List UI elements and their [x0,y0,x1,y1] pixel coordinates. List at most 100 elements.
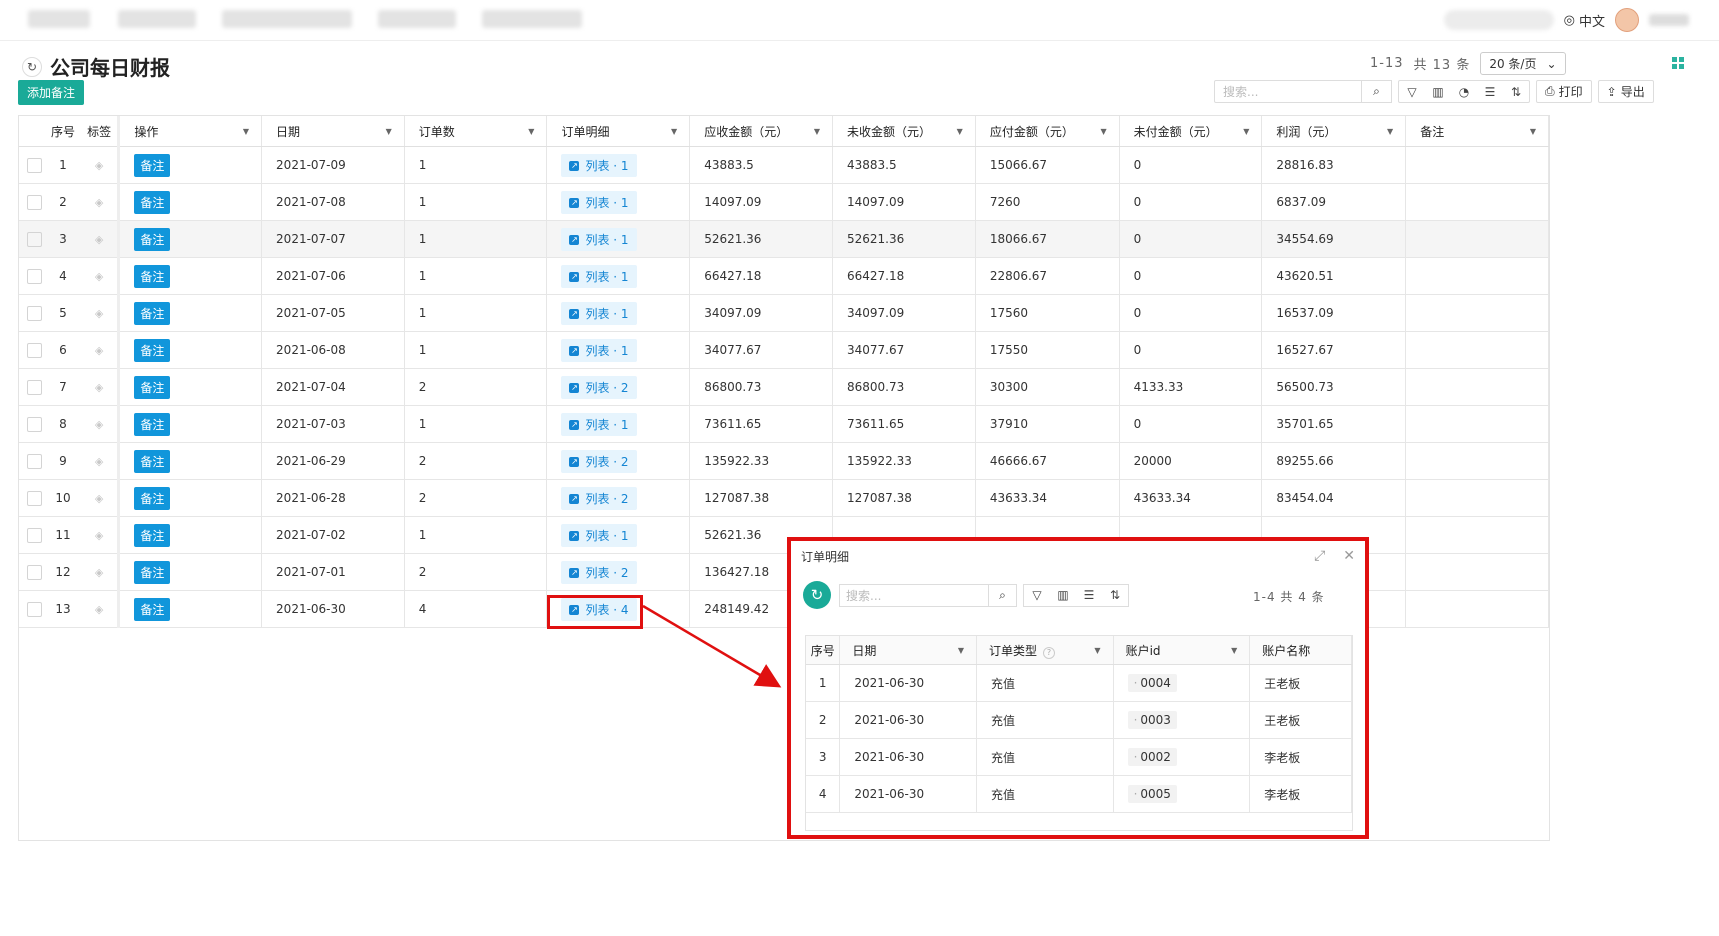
layout-grid-icon[interactable] [1672,57,1684,69]
order-list-link[interactable]: ↗ 列表 · 2 [561,486,637,510]
note-button[interactable]: 备注 [134,153,171,177]
nav-tab-blurred[interactable] [118,10,196,28]
note-button[interactable]: 备注 [134,412,171,436]
row-checkbox[interactable] [27,601,42,617]
chevron-down-icon[interactable]: ▼ [243,127,249,136]
refresh-icon[interactable]: ↻ [803,581,831,609]
order-list-link[interactable]: ↗ 列表 · 1 [561,301,637,325]
blurred-org-selector[interactable] [1443,10,1554,30]
refresh-icon[interactable]: ↻ [22,56,42,77]
tag-icon[interactable]: ◈ [95,529,103,542]
tag-icon[interactable]: ◈ [95,159,103,172]
tag-icon[interactable]: ◈ [95,233,103,246]
nav-tab-blurred[interactable] [378,10,456,28]
header-unpaid[interactable]: 未付金额（元） ▼ [1119,116,1263,147]
nav-tab-blurred[interactable] [222,10,352,28]
header-date[interactable]: 日期 ▼ [261,116,405,147]
chevron-down-icon[interactable]: ▼ [1094,646,1100,655]
chevron-down-icon[interactable]: ▼ [1231,646,1237,655]
order-list-link[interactable]: ↗ 列表 · 1 [561,412,637,436]
note-button[interactable]: 备注 [134,597,171,621]
row-checkbox[interactable] [27,231,42,247]
chevron-down-icon[interactable]: ▼ [814,127,820,136]
row-checkbox[interactable] [27,268,42,284]
chevron-down-icon[interactable]: ▼ [1387,127,1393,136]
order-list-link[interactable]: ↗ 列表 · 1 [561,153,637,177]
note-button[interactable]: 备注 [134,486,171,510]
order-list-link[interactable]: ↗ 列表 · 2 [561,449,637,473]
search-input[interactable]: 搜索... [1214,80,1362,103]
row-checkbox[interactable] [27,527,42,543]
order-list-link[interactable]: ↗ 列表 · 1 [561,523,637,547]
chevron-down-icon[interactable]: ▼ [671,127,677,136]
note-button[interactable]: 备注 [134,449,171,473]
header-profit[interactable]: 利润（元） ▼ [1261,116,1407,147]
order-list-link[interactable]: ↗ 列表 · 2 [561,375,637,399]
username-blurred[interactable] [1649,14,1689,26]
tag-icon[interactable]: ◈ [95,196,103,209]
print-button[interactable]: ⎙ 打印 [1536,80,1592,103]
row-checkbox[interactable] [27,416,42,432]
order-list-link[interactable]: ↗ 列表 · 1 [561,338,637,362]
close-icon[interactable]: ✕ [1343,548,1355,564]
avatar[interactable] [1615,8,1639,32]
tag-icon[interactable]: ◈ [95,344,103,357]
header-receivable[interactable]: 应收金额（元） ▼ [689,116,833,147]
bar-chart-icon[interactable]: ▥ [1050,585,1076,606]
header-payable[interactable]: 应付金额（元） ▼ [975,116,1120,147]
tag-icon[interactable]: ◈ [95,270,103,283]
note-button[interactable]: 备注 [134,227,171,251]
note-button[interactable]: 备注 [134,190,171,214]
nav-tab-blurred[interactable] [28,10,90,28]
row-checkbox[interactable] [27,379,42,395]
chevron-down-icon[interactable]: ▼ [386,127,392,136]
row-checkbox[interactable] [27,453,42,469]
note-button[interactable]: 备注 [134,301,171,325]
header-action[interactable]: 操作 ▼ [118,116,263,147]
tag-icon[interactable]: ◈ [95,381,103,394]
header-unreceived[interactable]: 未收金额（元） ▼ [832,116,976,147]
tag-icon[interactable]: ◈ [95,418,103,431]
tag-icon[interactable]: ◈ [95,603,103,616]
row-checkbox[interactable] [27,157,42,173]
row-checkbox[interactable] [27,305,42,321]
note-button[interactable]: 备注 [134,523,171,547]
order-list-link[interactable]: ↗ 列表 · 1 [561,264,637,288]
tag-icon[interactable]: ◈ [95,455,103,468]
order-list-link[interactable]: ↗ 列表 · 1 [561,190,637,214]
header-detail[interactable]: 订单明细 ▼ [546,116,691,147]
note-button[interactable]: 备注 [134,375,171,399]
add-note-button[interactable]: 添加备注 [18,80,84,105]
row-checkbox[interactable] [27,564,42,580]
header-orders[interactable]: 订单数 ▼ [404,116,548,147]
nav-tab-blurred[interactable] [482,10,582,28]
note-button[interactable]: 备注 [134,560,171,584]
expand-icon[interactable]: ⤢ [1314,548,1325,564]
search-icon[interactable]: ⌕ [1362,80,1392,103]
export-button[interactable]: ⇪ 导出 [1597,80,1654,103]
column-settings-icon[interactable]: ☰ [1477,81,1503,102]
filter-icon[interactable]: ▽ [1399,81,1425,102]
info-icon[interactable]: ? [1043,646,1056,659]
note-button[interactable]: 备注 [134,264,171,288]
header-remark[interactable]: 备注 ▼ [1405,116,1549,147]
column-settings-icon[interactable]: ☰ [1076,585,1102,606]
chevron-down-icon[interactable]: ▼ [957,127,963,136]
pie-chart-icon[interactable]: ◔ [1451,81,1477,102]
tag-icon[interactable]: ◈ [95,307,103,320]
tag-icon[interactable]: ◈ [95,492,103,505]
chevron-down-icon[interactable]: ▼ [528,127,534,136]
dialog-header-account-id[interactable]: 账户id ▼ [1113,636,1251,665]
chevron-down-icon[interactable]: ▼ [1100,127,1106,136]
order-list-link[interactable]: ↗ 列表 · 2 [561,560,637,584]
chevron-down-icon[interactable]: ▼ [1530,127,1536,136]
dialog-search-input[interactable]: 搜索... [839,583,989,607]
search-icon[interactable]: ⌕ [989,583,1017,607]
row-checkbox[interactable] [27,342,42,358]
dialog-header-date[interactable]: 日期 ▼ [839,636,978,665]
language-switch[interactable]: ◎ 中文 [1564,11,1605,30]
sort-icon[interactable]: ⇅ [1503,81,1529,102]
order-list-link[interactable]: ↗ 列表 · 1 [561,227,637,251]
row-checkbox[interactable] [27,194,42,210]
chevron-down-icon[interactable]: ▼ [1243,127,1249,136]
